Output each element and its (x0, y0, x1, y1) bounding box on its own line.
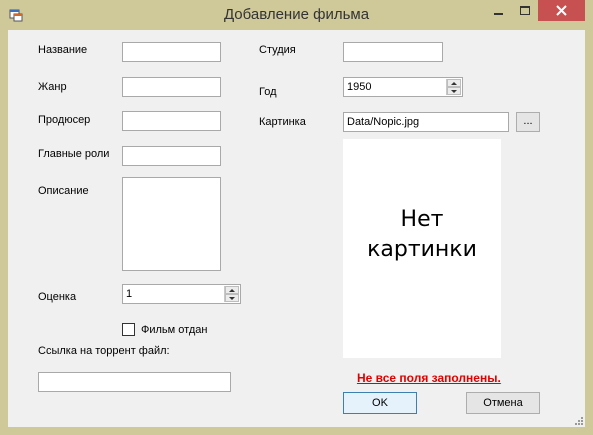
maximize-icon (520, 6, 530, 15)
torrent-link-field[interactable] (38, 372, 231, 392)
movie-given-label: Фильм отдан (141, 324, 208, 336)
rating-stepper[interactable]: 1 (122, 284, 241, 304)
ok-button[interactable]: OK (343, 392, 417, 414)
maximize-button[interactable] (512, 0, 538, 22)
rating-spin (224, 286, 239, 302)
year-up-arrow-icon[interactable] (447, 79, 461, 87)
minimize-icon (494, 13, 503, 15)
description-label: Описание (38, 185, 89, 197)
rating-up-arrow-icon[interactable] (225, 286, 239, 294)
studio-label: Студия (259, 44, 296, 56)
genre-field[interactable] (122, 77, 221, 97)
minimize-button[interactable] (486, 0, 512, 22)
main-roles-field[interactable] (122, 146, 221, 166)
year-spin (446, 79, 461, 95)
no-picture-text: Нет картинки (367, 207, 477, 262)
validation-error-message: Не все поля заполнены. (357, 371, 501, 385)
dialog-window: Добавление фильма Название Жанр Продюсер… (0, 0, 593, 435)
movie-given-checkbox[interactable] (122, 323, 135, 336)
rating-down-arrow-icon[interactable] (225, 294, 239, 302)
studio-field[interactable] (343, 42, 443, 62)
year-value: 1950 (347, 81, 372, 93)
close-button[interactable] (538, 0, 585, 21)
picture-path-field[interactable] (343, 112, 509, 132)
picture-label: Картинка (259, 116, 306, 128)
close-icon (556, 5, 567, 16)
torrent-link-label: Ссылка на торрент файл: (38, 345, 170, 357)
name-label: Название (38, 44, 88, 56)
year-down-arrow-icon[interactable] (447, 87, 461, 95)
form-client-area: Название Жанр Продюсер Главные роли Опис… (8, 30, 585, 427)
year-stepper[interactable]: 1950 (343, 77, 463, 97)
name-field[interactable] (122, 42, 221, 62)
browse-picture-button[interactable]: ... (516, 112, 540, 132)
title-bar[interactable]: Добавление фильма (0, 0, 593, 30)
description-field[interactable] (122, 177, 221, 271)
genre-label: Жанр (38, 81, 67, 93)
picture-preview: Нет картинки (343, 139, 501, 358)
year-label: Год (259, 86, 277, 98)
producer-field[interactable] (122, 111, 221, 131)
resize-grip-icon[interactable] (573, 415, 583, 425)
rating-value: 1 (126, 288, 133, 300)
main-roles-label: Главные роли (38, 148, 110, 160)
rating-label: Оценка (38, 291, 77, 303)
cancel-button[interactable]: Отмена (466, 392, 540, 414)
producer-label: Продюсер (38, 114, 91, 126)
